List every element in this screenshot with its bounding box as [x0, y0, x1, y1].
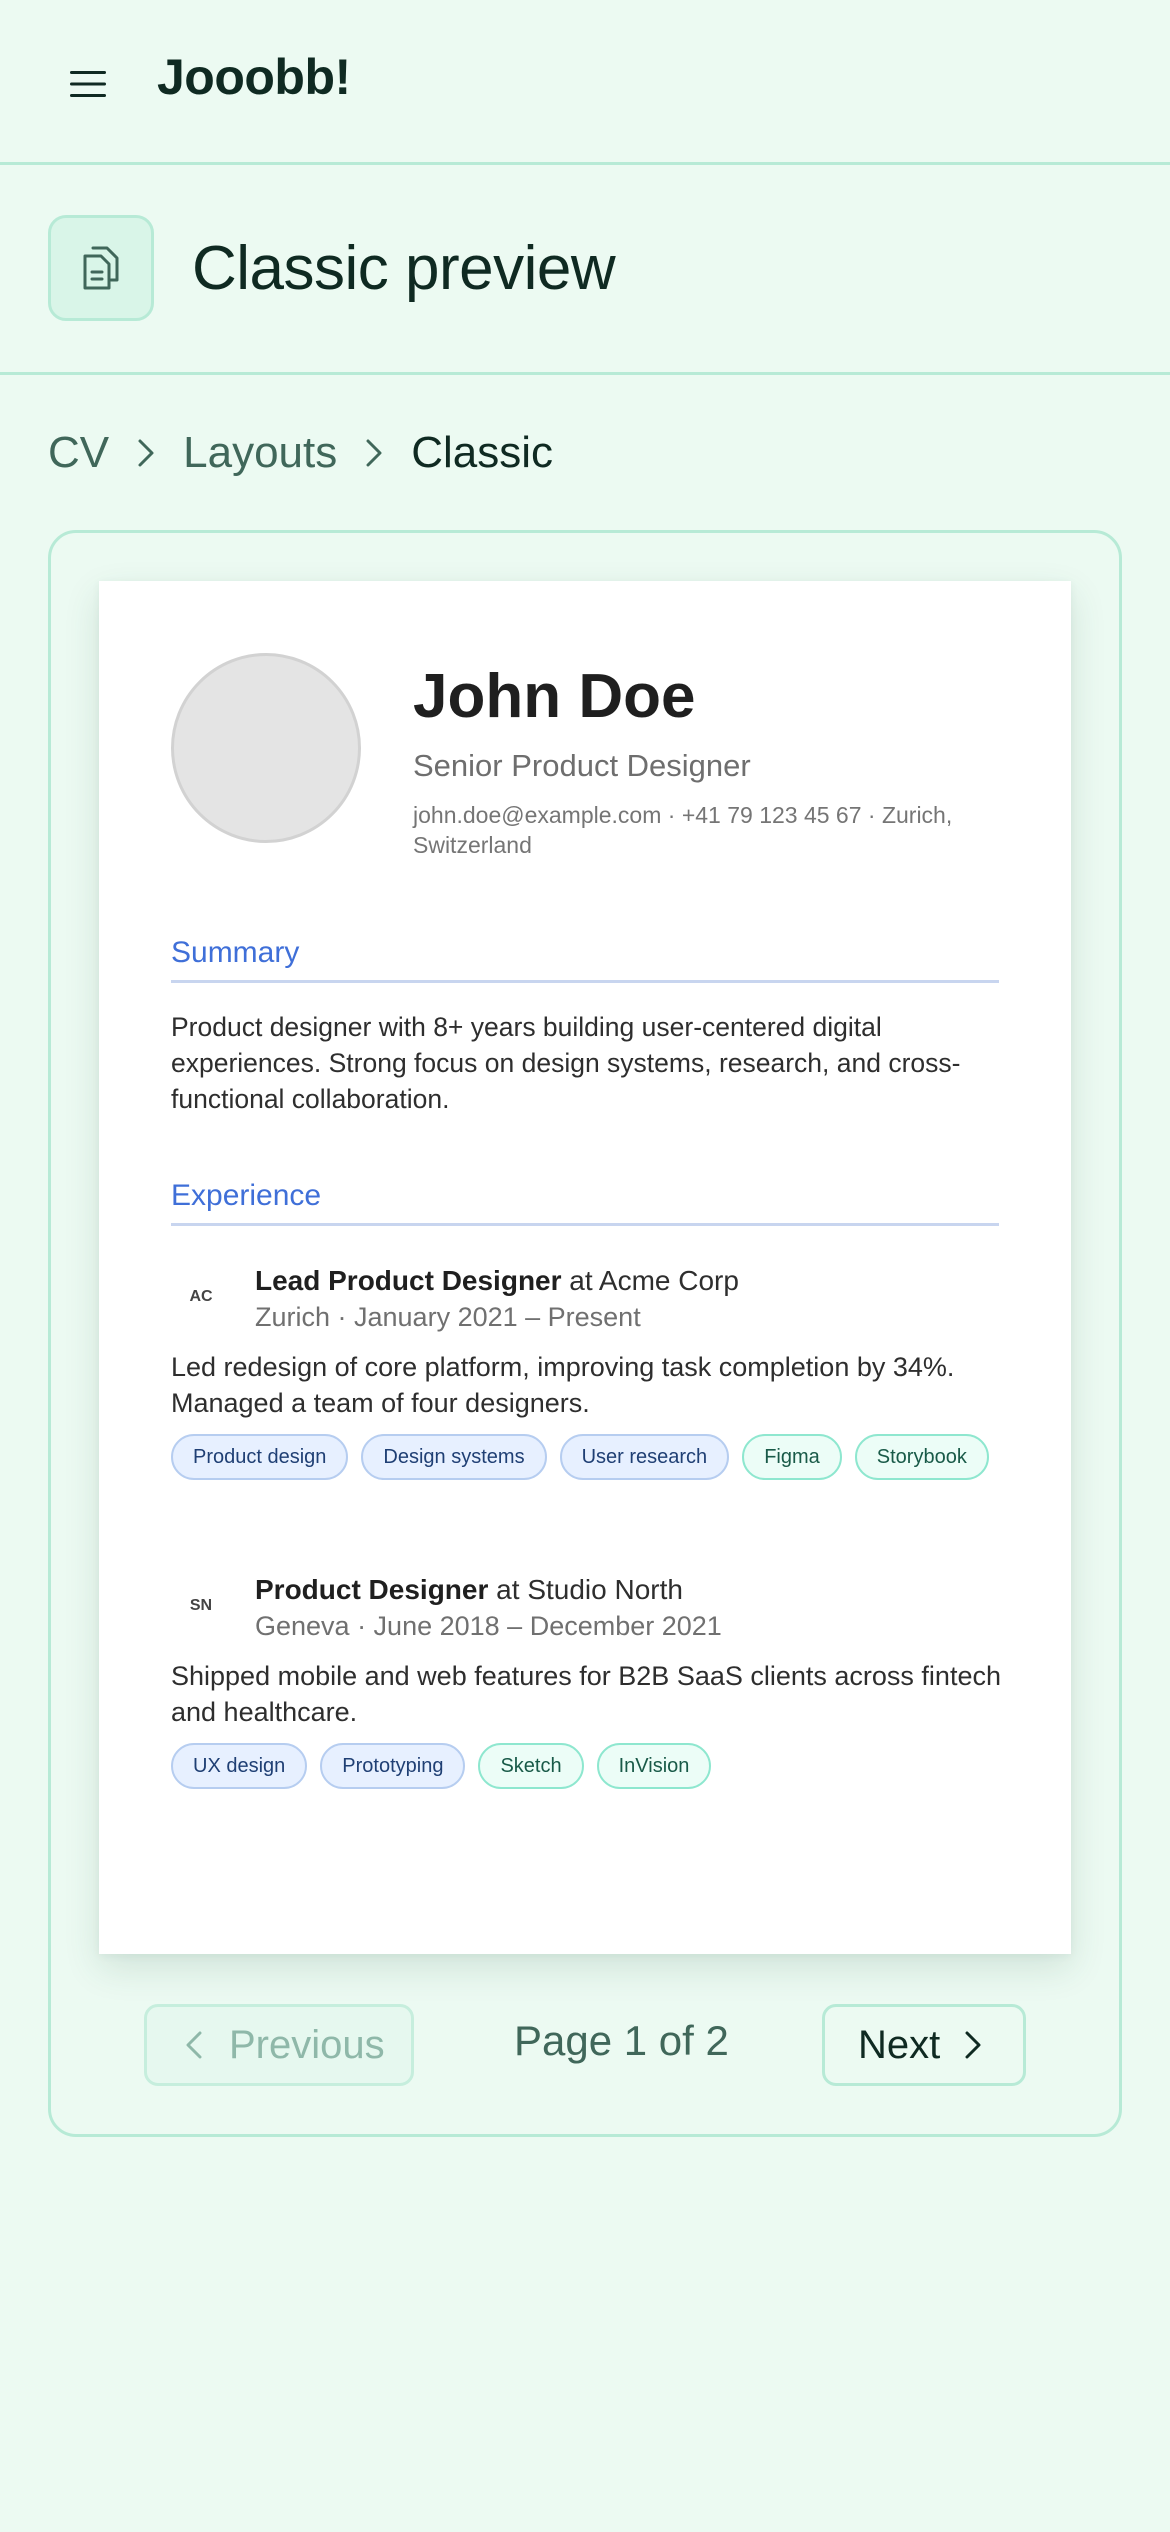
chevron-right-icon — [135, 436, 157, 470]
skill-tag[interactable]: User research — [559, 1434, 730, 1480]
cv-role: Senior Product Designer — [413, 748, 751, 783]
cv-name: John Doe — [413, 662, 696, 731]
job-connector: at — [569, 1265, 593, 1296]
next-button[interactable]: Next — [822, 2004, 1026, 2086]
job-title-line: Lead Product Designer at Acme Corp — [255, 1265, 739, 1297]
breadcrumb-item-cv[interactable]: CV — [48, 428, 109, 478]
page-icon-badge — [48, 215, 154, 321]
previous-button[interactable]: Previous — [144, 2004, 414, 2086]
page-title: Classic preview — [192, 234, 616, 303]
chevron-right-icon — [965, 2031, 981, 2059]
page-indicator: Page 1 of 2 — [514, 2017, 729, 2064]
skill-tag[interactable]: Prototyping — [320, 1743, 466, 1789]
skill-tag[interactable]: Storybook — [854, 1434, 989, 1480]
skill-tag[interactable]: UX design — [171, 1743, 308, 1789]
top-bar: Jooobb! — [0, 0, 1170, 165]
next-label: Next — [858, 2022, 941, 2067]
skill-tag[interactable]: Figma — [742, 1434, 842, 1480]
job-title: Product Designer — [255, 1574, 489, 1605]
company-logo: AC — [189, 1288, 213, 1305]
previous-label: Previous — [229, 2022, 385, 2067]
job-meta: Zurich · January 2021 – Present — [255, 1302, 641, 1332]
hamburger-menu-icon — [70, 71, 106, 97]
document-copy-icon — [83, 246, 119, 290]
section-title-experience: Experience — [171, 1179, 999, 1226]
menu-button[interactable] — [56, 56, 120, 112]
job-title: Lead Product Designer — [255, 1265, 562, 1296]
page-header: Classic preview — [0, 165, 1170, 375]
job-description: Shipped mobile and web features for B2B … — [171, 1661, 1001, 1727]
job-description: Led redesign of core platform, improving… — [171, 1352, 955, 1418]
skill-tag[interactable]: Product design — [171, 1434, 349, 1480]
skill-tag[interactable]: Design systems — [361, 1434, 547, 1480]
breadcrumb: CV Layouts Classic — [48, 425, 553, 481]
job-company: Studio North — [527, 1574, 683, 1605]
section-title-summary: Summary — [171, 936, 999, 983]
breadcrumb-item-classic: Classic — [411, 428, 554, 477]
skill-tag[interactable]: InVision — [596, 1743, 712, 1789]
skill-tags: Product design Design systems User resea… — [171, 1434, 1001, 1480]
job-title-line: Product Designer at Studio North — [255, 1574, 683, 1606]
job-meta: Geneva · June 2018 – December 2021 — [255, 1611, 722, 1641]
avatar — [171, 653, 361, 843]
chevron-right-icon — [363, 436, 385, 470]
job-connector: at — [496, 1574, 520, 1605]
job-company: Acme Corp — [598, 1265, 739, 1296]
cv-contact: john.doe@example.com · +41 79 123 45 67 … — [413, 802, 953, 858]
breadcrumb-item-layouts[interactable]: Layouts — [183, 428, 337, 478]
chevron-left-icon — [186, 2031, 202, 2059]
cv-page-preview: John Doe Senior Product Designer john.do… — [99, 581, 1071, 1954]
company-logo: SN — [189, 1597, 213, 1614]
skill-tag[interactable]: Sketch — [478, 1743, 584, 1789]
summary-text: Product designer with 8+ years building … — [171, 1012, 961, 1114]
brand-logo[interactable]: Jooobb! — [157, 48, 351, 106]
skill-tags: UX design Prototyping Sketch InVision — [171, 1743, 1001, 1789]
